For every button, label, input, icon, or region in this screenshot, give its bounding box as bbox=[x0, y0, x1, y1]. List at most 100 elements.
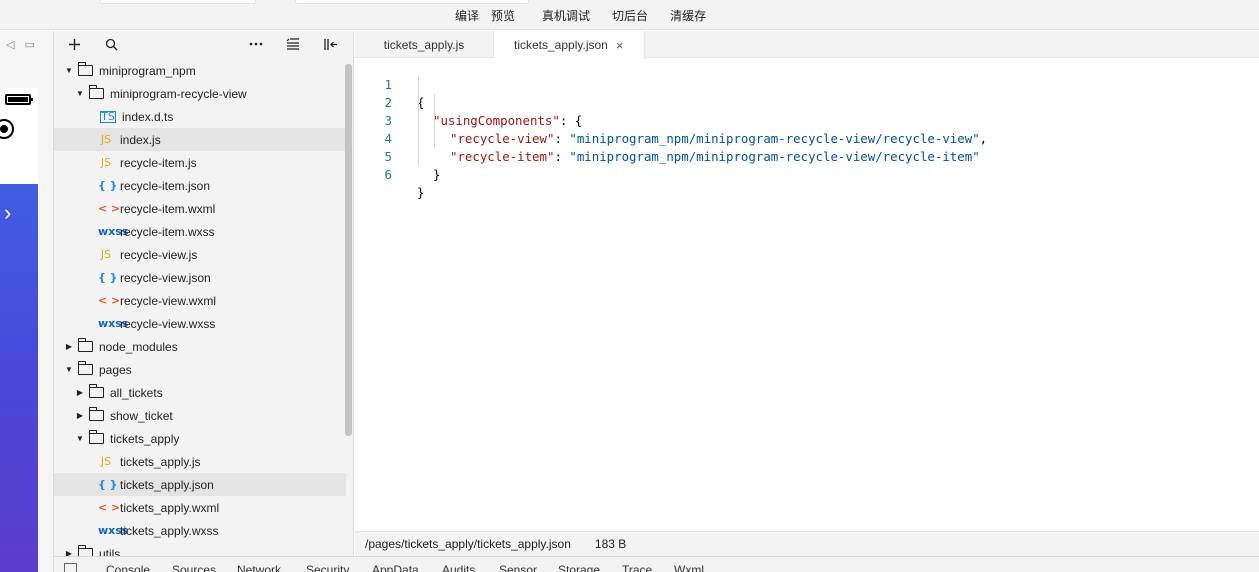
chevron-right-icon[interactable]: › bbox=[4, 202, 11, 224]
volume-icon[interactable]: ◁ bbox=[6, 38, 14, 51]
tree-file[interactable]: { } tickets_apply.json bbox=[54, 473, 346, 496]
tree-file[interactable]: wxss recycle-item.wxss bbox=[54, 220, 346, 243]
tree-folder[interactable]: ▶ utils bbox=[54, 542, 346, 556]
wxss-file-icon: wxss bbox=[98, 524, 129, 537]
remote-debug-button[interactable]: 真机调试 bbox=[542, 7, 590, 24]
tree-file[interactable]: < > recycle-view.wxml bbox=[54, 289, 346, 312]
battery-icon bbox=[5, 94, 33, 105]
tab-tickets-apply-js[interactable]: tickets_apply.js bbox=[355, 31, 494, 59]
file-size: 183 B bbox=[594, 537, 627, 551]
code-text: } bbox=[433, 167, 441, 182]
search-icon[interactable] bbox=[102, 35, 120, 53]
collapse-all-icon[interactable] bbox=[284, 35, 302, 53]
tree-item-label: tickets_apply.json bbox=[120, 477, 214, 492]
simulator-screen[interactable] bbox=[0, 184, 38, 572]
clear-cache-button[interactable]: 清缓存 bbox=[670, 7, 706, 24]
preview-button[interactable]: 预览 bbox=[491, 7, 515, 24]
folder-icon bbox=[89, 407, 104, 421]
chevron-down-icon[interactable]: ▼ bbox=[64, 66, 74, 75]
tab-security[interactable]: Security bbox=[306, 563, 349, 572]
inspect-icon[interactable] bbox=[64, 563, 77, 572]
simulator-toolbar: ◁ ▭ bbox=[0, 31, 54, 57]
tab-console[interactable]: Console bbox=[106, 563, 150, 572]
tree-file[interactable]: JS recycle-item.js bbox=[54, 151, 346, 174]
json-file-icon: { } bbox=[98, 179, 118, 192]
toggle-sidebar-icon[interactable] bbox=[321, 35, 339, 53]
tree-file[interactable]: < > tickets_apply.wxml bbox=[54, 496, 346, 519]
explorer-scrollbar[interactable] bbox=[345, 64, 352, 436]
tree-item-label: utils bbox=[99, 546, 121, 557]
json-file-icon: { } bbox=[98, 478, 118, 491]
js-file-icon: JS bbox=[100, 455, 112, 468]
folder-icon bbox=[89, 384, 104, 398]
tree-item-label: recycle-item.json bbox=[120, 178, 211, 193]
more-icon[interactable] bbox=[247, 35, 265, 53]
tree-item-label: index.d.ts bbox=[122, 109, 174, 124]
chevron-down-icon[interactable]: ▼ bbox=[75, 89, 85, 98]
wxss-file-icon: wxss bbox=[98, 225, 129, 238]
tab-audits[interactable]: Audits bbox=[442, 563, 475, 572]
tab-wxml[interactable]: Wxml bbox=[674, 563, 704, 572]
close-icon[interactable]: × bbox=[616, 38, 624, 53]
tab-tickets-apply-json[interactable]: tickets_apply.json × bbox=[494, 31, 645, 59]
code-text: } bbox=[417, 185, 425, 200]
tree-folder[interactable]: ▼ pages bbox=[54, 358, 346, 381]
js-file-icon: JS bbox=[100, 133, 112, 146]
tree-item-label: tickets_apply.wxss bbox=[120, 523, 219, 538]
chevron-down-icon[interactable]: ▼ bbox=[64, 365, 74, 374]
tree-file[interactable]: JS tickets_apply.js bbox=[54, 450, 346, 473]
chevron-right-icon[interactable]: ▶ bbox=[64, 342, 74, 351]
tab-trace[interactable]: Trace bbox=[622, 563, 652, 572]
tree-folder[interactable]: ▼ miniprogram-recycle-view bbox=[54, 82, 346, 105]
code-line: 3 "recycle-view": "miniprogram_npm/minip… bbox=[355, 94, 1259, 146]
tree-item-label: recycle-item.wxml bbox=[120, 201, 216, 216]
tab-label: tickets_apply.js bbox=[383, 38, 465, 52]
chevron-right-icon[interactable]: ▶ bbox=[75, 411, 85, 420]
compile-button[interactable]: 编译 bbox=[455, 7, 479, 24]
editor-tabs: tickets_apply.js tickets_apply.json × bbox=[355, 31, 1259, 59]
indent-guide bbox=[418, 76, 419, 166]
tree-file[interactable]: JS recycle-view.js bbox=[54, 243, 346, 266]
tree-folder[interactable]: ▶ all_tickets bbox=[54, 381, 346, 404]
wxml-file-icon: < > bbox=[98, 294, 121, 307]
tree-file[interactable]: TS index.d.ts bbox=[54, 105, 346, 128]
top-toolbar: 编译 预览 真机调试 切后台 清缓存 bbox=[0, 0, 1259, 30]
chevron-right-icon[interactable]: ▶ bbox=[64, 549, 74, 556]
tree-folder[interactable]: ▶ node_modules bbox=[54, 335, 346, 358]
tree-file[interactable]: wxss tickets_apply.wxss bbox=[54, 519, 346, 542]
code-area[interactable]: 1 { 2 "usingComponents": { 3 "recycle-vi… bbox=[355, 58, 1259, 200]
folder-open-icon bbox=[78, 62, 93, 76]
tree-folder[interactable]: ▼ tickets_apply bbox=[54, 427, 346, 450]
file-tree: ▼ miniprogram_npm ▼ miniprogram-recycle-vie… bbox=[54, 59, 346, 556]
tree-file[interactable]: { } recycle-item.json bbox=[54, 174, 346, 197]
tree-file[interactable]: JS index.js bbox=[54, 128, 346, 151]
tree-item-label: all_tickets bbox=[110, 385, 163, 400]
chevron-right-icon[interactable]: ▶ bbox=[75, 388, 85, 397]
status-bar: /pages/tickets_apply/tickets_apply.json … bbox=[355, 531, 1259, 556]
tree-folder[interactable]: ▼ miniprogram_npm bbox=[54, 59, 346, 82]
tree-file[interactable]: { } recycle-view.json bbox=[54, 266, 346, 289]
add-icon[interactable] bbox=[65, 35, 83, 53]
tree-file[interactable]: < > recycle-item.wxml bbox=[54, 197, 346, 220]
toolbar-field-center[interactable] bbox=[295, 0, 529, 4]
toolbar-field-left[interactable] bbox=[100, 0, 256, 4]
folder-open-icon bbox=[89, 430, 104, 444]
tab-sources[interactable]: Sources bbox=[172, 563, 216, 572]
code-line: 2 "usingComponents": { bbox=[355, 76, 1259, 128]
window-icon[interactable]: ▭ bbox=[24, 38, 34, 51]
tree-folder[interactable]: ▶ show_ticket bbox=[54, 404, 346, 427]
code-line: 1 { bbox=[355, 58, 1259, 110]
folder-icon bbox=[78, 545, 93, 556]
devtools-tabbar: Console Sources Network Security AppData… bbox=[54, 556, 1259, 572]
explorer-toolbar bbox=[54, 31, 353, 57]
tab-storage[interactable]: Storage bbox=[558, 563, 600, 572]
tree-file[interactable]: wxss recycle-view.wxss bbox=[54, 312, 346, 335]
tab-network[interactable]: Network bbox=[237, 563, 281, 572]
wxml-file-icon: < > bbox=[98, 501, 121, 514]
tab-sensor[interactable]: Sensor bbox=[499, 563, 537, 572]
tab-appdata[interactable]: AppData bbox=[372, 563, 419, 572]
wxss-file-icon: wxss bbox=[98, 317, 129, 330]
tree-item-label: miniprogram_npm bbox=[99, 63, 196, 78]
background-button[interactable]: 切后台 bbox=[612, 7, 648, 24]
chevron-down-icon[interactable]: ▼ bbox=[75, 434, 85, 443]
